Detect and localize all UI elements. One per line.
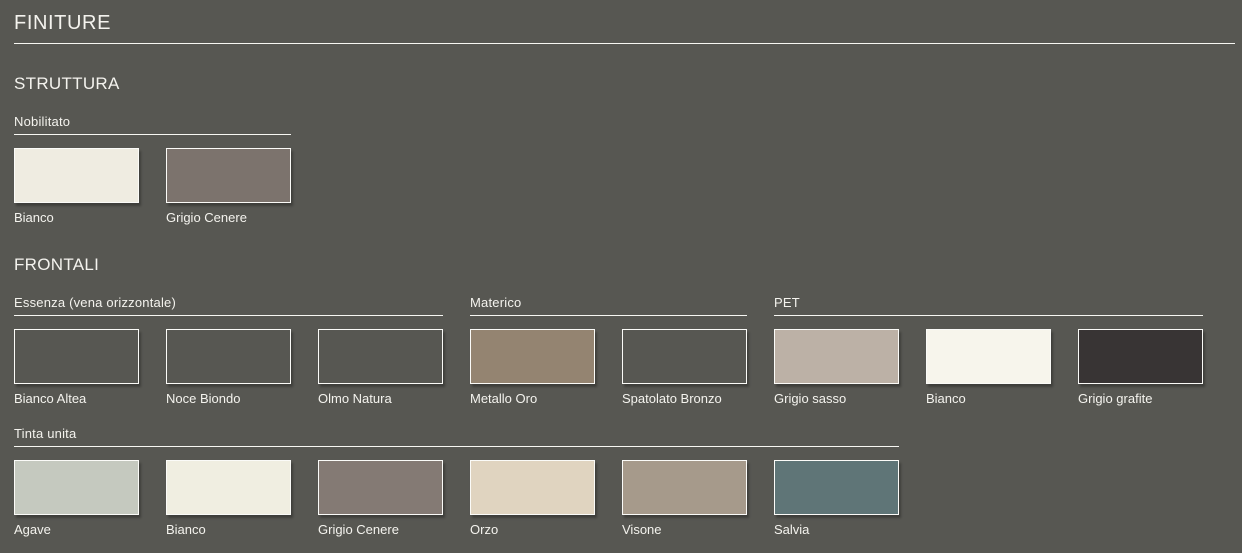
swatch-label: Olmo Natura bbox=[318, 391, 443, 406]
swatch-tile[interactable] bbox=[470, 329, 595, 384]
group-tinta-unita: Tinta unita Agave Bianco Grigio Cenere O… bbox=[14, 426, 899, 537]
group-row: Tinta unita Agave Bianco Grigio Cenere O… bbox=[14, 426, 1235, 537]
swatch-label: Agave bbox=[14, 522, 139, 537]
swatch-spatolato-bronzo: Spatolato Bronzo bbox=[622, 329, 747, 406]
swatch-label: Spatolato Bronzo bbox=[622, 391, 747, 406]
finish-group-label: PET bbox=[774, 295, 1203, 316]
swatch-label: Salvia bbox=[774, 522, 899, 537]
swatch-tile[interactable] bbox=[774, 329, 899, 384]
swatch-label: Noce Biondo bbox=[166, 391, 291, 406]
swatch-tile[interactable] bbox=[1078, 329, 1203, 384]
swatch-label: Bianco Altea bbox=[14, 391, 139, 406]
swatch-label: Grigio grafite bbox=[1078, 391, 1203, 406]
swatch-label: Grigio Cenere bbox=[318, 522, 443, 537]
swatch-grigio-grafite: Grigio grafite bbox=[1078, 329, 1203, 406]
swatch-tile[interactable] bbox=[14, 329, 139, 384]
swatch-bianco: Bianco bbox=[14, 148, 139, 225]
group-essenza-vena-orizzontale: Essenza (vena orizzontale) Bianco Altea … bbox=[14, 295, 443, 406]
swatch-noce-biondo: Noce Biondo bbox=[166, 329, 291, 406]
swatch-metallo-oro: Metallo Oro bbox=[470, 329, 595, 406]
swatch-tile[interactable] bbox=[318, 460, 443, 515]
swatch-tile[interactable] bbox=[774, 460, 899, 515]
swatch-tile[interactable] bbox=[318, 329, 443, 384]
swatch-grigio-cenere: Grigio Cenere bbox=[166, 148, 291, 225]
swatch-agave: Agave bbox=[14, 460, 139, 537]
swatch-label: Bianco bbox=[166, 522, 291, 537]
swatch-tile[interactable] bbox=[926, 329, 1051, 384]
finish-group-label: Essenza (vena orizzontale) bbox=[14, 295, 443, 316]
group-row: Nobilitato Bianco Grigio Cenere bbox=[14, 114, 1235, 225]
swatch-label: Bianco bbox=[14, 210, 139, 225]
section-frontali: FRONTALI Essenza (vena orizzontale) Bian… bbox=[14, 255, 1235, 537]
swatch-label: Grigio Cenere bbox=[166, 210, 291, 225]
swatch-tile[interactable] bbox=[166, 329, 291, 384]
swatch-tile[interactable] bbox=[470, 460, 595, 515]
swatch-bianco: Bianco bbox=[926, 329, 1051, 406]
swatch-visone: Visone bbox=[622, 460, 747, 537]
swatch-tile[interactable] bbox=[166, 148, 291, 203]
swatch-tile[interactable] bbox=[622, 460, 747, 515]
swatch-tile[interactable] bbox=[14, 148, 139, 203]
swatch-label: Orzo bbox=[470, 522, 595, 537]
swatch-label: Visone bbox=[622, 522, 747, 537]
group-row: Essenza (vena orizzontale) Bianco Altea … bbox=[14, 295, 1235, 406]
swatch-orzo: Orzo bbox=[470, 460, 595, 537]
group-nobilitato: Nobilitato Bianco Grigio Cenere bbox=[14, 114, 291, 225]
swatch-bianco-altea: Bianco Altea bbox=[14, 329, 139, 406]
finiture-page: FINITURE STRUTTURA Nobilitato Bianco Gri… bbox=[0, 0, 1242, 537]
swatch-bianco: Bianco bbox=[166, 460, 291, 537]
section-struttura: STRUTTURA Nobilitato Bianco Grigio Cener… bbox=[14, 74, 1235, 225]
swatch-olmo-natura: Olmo Natura bbox=[318, 329, 443, 406]
group-pet: PET Grigio sasso Bianco Grigio grafite bbox=[774, 295, 1203, 406]
swatch-label: Metallo Oro bbox=[470, 391, 595, 406]
page-title: FINITURE bbox=[14, 12, 1235, 44]
section-title: FRONTALI bbox=[14, 255, 1235, 275]
finish-group-label: Tinta unita bbox=[14, 426, 899, 447]
swatch-salvia: Salvia bbox=[774, 460, 899, 537]
sections-container: STRUTTURA Nobilitato Bianco Grigio Cener… bbox=[14, 74, 1235, 537]
section-title: STRUTTURA bbox=[14, 74, 1235, 94]
group-materico: Materico Metallo Oro Spatolato Bronzo bbox=[470, 295, 747, 406]
swatch-label: Bianco bbox=[926, 391, 1051, 406]
swatch-tile[interactable] bbox=[622, 329, 747, 384]
swatch-grigio-sasso: Grigio sasso bbox=[774, 329, 899, 406]
swatch-tile[interactable] bbox=[166, 460, 291, 515]
swatch-tile[interactable] bbox=[14, 460, 139, 515]
swatch-label: Grigio sasso bbox=[774, 391, 899, 406]
swatch-grigio-cenere: Grigio Cenere bbox=[318, 460, 443, 537]
finish-group-label: Nobilitato bbox=[14, 114, 291, 135]
finish-group-label: Materico bbox=[470, 295, 747, 316]
